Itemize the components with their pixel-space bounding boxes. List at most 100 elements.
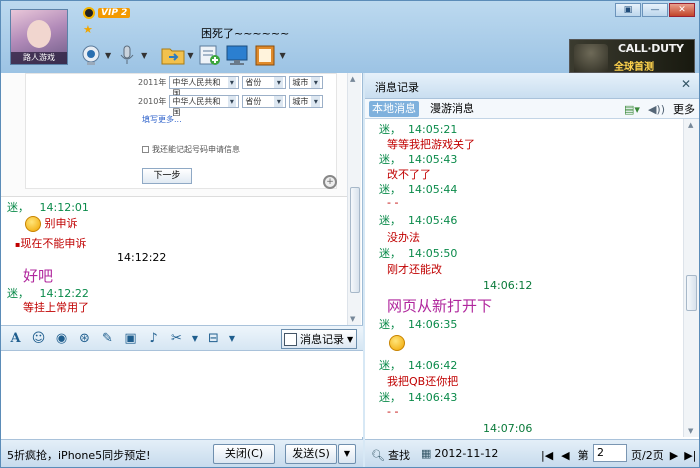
edit-icon[interactable]: ✎ bbox=[99, 330, 116, 347]
avatar[interactable]: 路人游戏 bbox=[10, 9, 68, 65]
minimize-button[interactable]: — bbox=[642, 3, 668, 17]
history-tools: ▤▾ ◀)) 更多 bbox=[624, 101, 695, 117]
city-select: 城市 ▾ bbox=[289, 95, 324, 108]
form-row: 2010年 中华人民共和国 ▾ 省份 ▾ 城市 ▾ bbox=[138, 95, 324, 117]
promo-link[interactable]: 5折疯抢，iPhone5同步预定! bbox=[7, 447, 151, 463]
chevron-down-icon[interactable]: ▼ bbox=[105, 51, 111, 60]
ad-title: CALL·DUTY bbox=[618, 42, 684, 55]
center-timestamp: 14:07:06 bbox=[483, 422, 533, 435]
form-checkbox: 我还能记起号码申请信息 bbox=[142, 144, 240, 155]
music-icon[interactable]: ♪ bbox=[145, 330, 162, 347]
scrollbar-thumb[interactable] bbox=[350, 187, 360, 293]
skin-button[interactable]: ▣ bbox=[615, 3, 641, 17]
message-emoji bbox=[389, 335, 405, 351]
ad-banner[interactable]: CALL·DUTY 全球首测 bbox=[569, 39, 695, 73]
window-controls: ▣ — ✕ bbox=[615, 3, 695, 17]
date-picker[interactable]: ▦ 2012-11-12 bbox=[421, 447, 498, 460]
center-timestamp: 14:06:12 bbox=[483, 279, 533, 292]
chevron-down-icon[interactable]: ▼ bbox=[191, 330, 199, 347]
header: 路人游戏 VIP 2 ★ 困死了~~~~~~ ▼ ▼ ▼ ▼ ▣ — ✕ CAL… bbox=[1, 1, 699, 73]
avatar-face bbox=[27, 20, 51, 48]
notebook-icon bbox=[253, 44, 277, 66]
magic-face-icon[interactable]: ◉ bbox=[53, 330, 70, 347]
country-select: 中华人民共和国 ▾ bbox=[169, 95, 240, 117]
close-button[interactable]: 关闭(C) bbox=[213, 444, 275, 464]
chat-scrollbar[interactable]: ▲ ▼ bbox=[347, 73, 361, 325]
smiley-icon bbox=[25, 216, 41, 232]
tab-roaming[interactable]: 漫游消息 bbox=[427, 101, 477, 117]
message-text: 等挂上常用了 bbox=[23, 301, 89, 314]
chevron-down-icon[interactable]: ▼ bbox=[187, 51, 193, 60]
message-header: 迷， 14:05:46 bbox=[379, 214, 458, 227]
contact-toolbar: ▼ ▼ ▼ ▼ bbox=[79, 41, 286, 69]
more-apps-button[interactable]: ▼ bbox=[253, 41, 286, 69]
send-file-button[interactable]: ▼ bbox=[161, 41, 193, 69]
export-icon[interactable]: ▤▾ bbox=[624, 103, 640, 116]
vip-badge[interactable]: VIP 2 bbox=[83, 7, 131, 19]
shared-screenshot[interactable]: 2011年 中华人民共和国 ▾ 省份 ▾ 城市 ▾ 2010年 中华人民共和国 ▾ 省份… bbox=[1, 73, 347, 197]
image-icon[interactable]: ▣ bbox=[122, 330, 139, 347]
send-options-icon[interactable]: ▼ bbox=[338, 444, 356, 464]
speaker-icon[interactable]: ◀)) bbox=[648, 103, 665, 116]
message-text: 改不了了 bbox=[387, 168, 431, 181]
message-text: 别申诉 bbox=[25, 215, 78, 232]
close-icon[interactable]: ✕ bbox=[681, 77, 691, 91]
send-button[interactable]: 发送(S) bbox=[285, 444, 337, 464]
message-input[interactable] bbox=[1, 351, 363, 437]
folder-transfer-icon bbox=[161, 44, 185, 66]
message-text: 等等我把游戏关了 bbox=[387, 138, 475, 151]
history-tabs: 本地消息 漫游消息 ▤▾ ◀)) 更多 bbox=[365, 99, 699, 119]
remote-assist-button[interactable] bbox=[225, 41, 249, 69]
poke-icon[interactable]: ⊛ bbox=[76, 330, 93, 347]
date-label: 2012-11-12 bbox=[434, 447, 499, 460]
message-text: 刚才还能改 bbox=[387, 263, 442, 276]
toolbox-icon[interactable]: ⊟ bbox=[205, 330, 222, 347]
last-page-icon[interactable]: ▶| bbox=[684, 449, 696, 462]
page-input[interactable]: 2 bbox=[593, 444, 627, 462]
history-label: 消息记录 bbox=[300, 333, 344, 346]
page-nav-right: 页/2页 ▶ ▶| bbox=[631, 447, 696, 463]
history-pane: 消息记录 ✕ 本地消息 漫游消息 ▤▾ ◀)) 更多 迷， 14:05:21 等… bbox=[365, 73, 699, 467]
page-prefix: 第 bbox=[577, 449, 589, 462]
message-text: - - bbox=[387, 196, 399, 209]
search-button[interactable]: 🔍︎ 查找 bbox=[371, 447, 410, 463]
history-log: 迷， 14:05:21 等等我把游戏关了 迷， 14:05:43 改不了了 迷，… bbox=[365, 119, 683, 437]
chat-pane: 2011年 中华人民共和国 ▾ 省份 ▾ 城市 ▾ 2010年 中华人民共和国 ▾ 省份… bbox=[1, 73, 363, 467]
zoom-icon[interactable]: + bbox=[323, 175, 337, 189]
next-page-icon[interactable]: ▶ bbox=[670, 449, 678, 462]
scissors-icon[interactable]: ✂ bbox=[168, 330, 185, 347]
app-button[interactable] bbox=[197, 41, 221, 69]
first-page-icon[interactable]: |◀ bbox=[541, 449, 553, 462]
format-toolbar: A ☺ ◉ ⊛ ✎ ▣ ♪ ✂ ▼ ⊟ ▼ 消息记录 ▼ bbox=[1, 325, 363, 351]
monitor-icon bbox=[225, 44, 249, 66]
tab-local[interactable]: 本地消息 bbox=[369, 101, 419, 117]
close-window-button[interactable]: ✕ bbox=[669, 3, 695, 17]
chevron-down-icon[interactable]: ▼ bbox=[279, 51, 285, 60]
video-call-button[interactable]: ▼ bbox=[79, 41, 111, 69]
message-history-button[interactable]: 消息记录 ▼ bbox=[281, 329, 357, 349]
chevron-down-icon[interactable]: ▼ bbox=[228, 330, 236, 347]
more-link[interactable]: 更多 bbox=[673, 101, 695, 117]
chat-messages: 迷， 14:12:01 别申诉 ▪现在不能申诉 14:12:22 好吧 迷， 1… bbox=[1, 197, 347, 325]
message-header: 迷， 14:06:43 bbox=[379, 391, 458, 404]
message-text: 好吧 bbox=[23, 267, 54, 285]
star-icon[interactable]: ★ bbox=[83, 23, 93, 36]
message-text: 我把QB还你把 bbox=[387, 375, 459, 388]
vip-label: VIP 2 bbox=[98, 8, 131, 18]
voice-call-button[interactable]: ▼ bbox=[115, 41, 147, 69]
chevron-down-icon[interactable]: ▼ bbox=[141, 51, 147, 60]
more-link: 填写更多... bbox=[142, 115, 182, 124]
center-timestamp: 14:12:22 bbox=[117, 251, 167, 264]
history-scrollbar[interactable]: ▲ ▼ bbox=[683, 119, 699, 437]
message-text: - - bbox=[387, 405, 399, 418]
history-title: 消息记录 bbox=[375, 81, 419, 94]
message-text: ▪现在不能申诉 bbox=[15, 237, 87, 250]
font-icon[interactable]: A bbox=[7, 330, 24, 347]
emoticon-icon[interactable]: ☺ bbox=[30, 330, 47, 347]
message-header: 迷， 14:12:01 bbox=[7, 201, 89, 214]
list-add-icon bbox=[197, 44, 221, 66]
history-icon bbox=[284, 332, 297, 346]
country-select: 中华人民共和国 ▾ bbox=[169, 76, 240, 98]
prev-page-icon[interactable]: ◀ bbox=[561, 449, 569, 462]
scrollbar-thumb[interactable] bbox=[686, 275, 697, 311]
